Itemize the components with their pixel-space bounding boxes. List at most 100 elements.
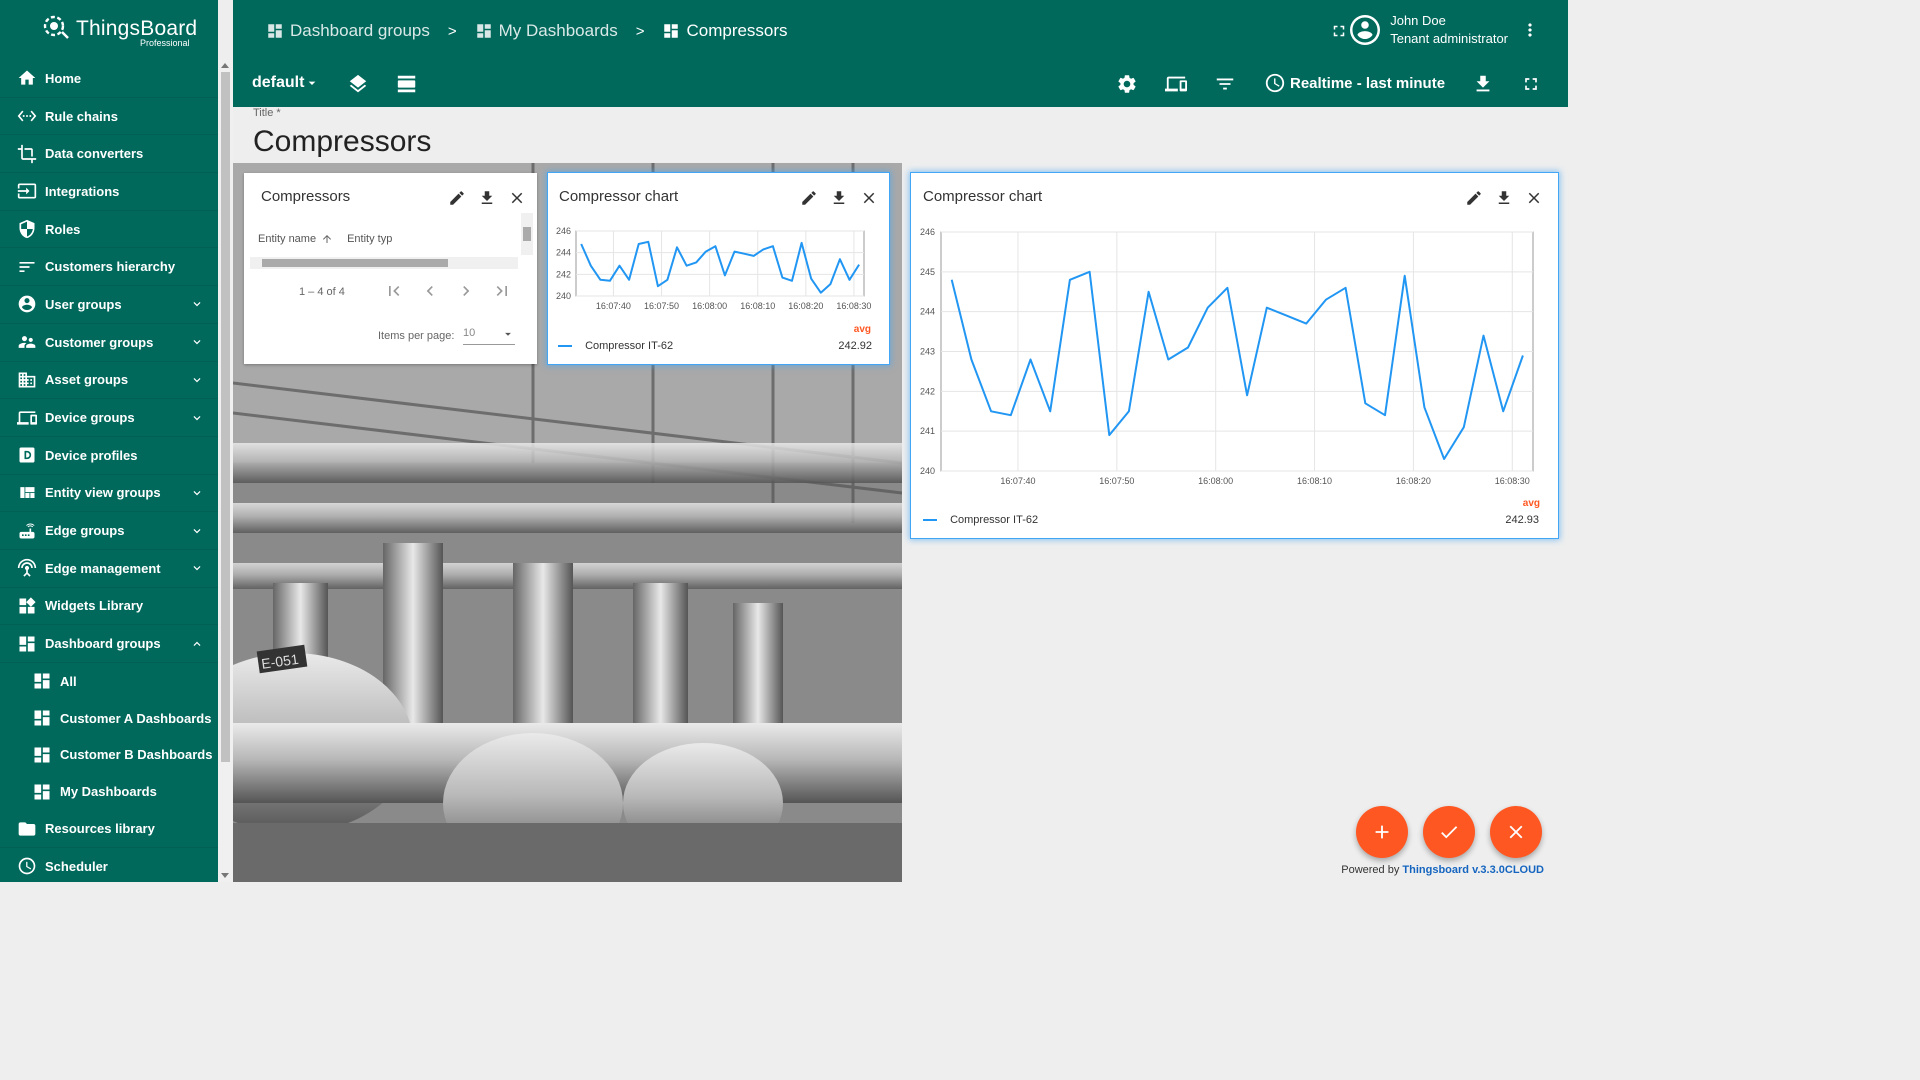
devices-button[interactable] [1161, 69, 1191, 99]
sidebar-item-data-converters[interactable]: Data converters [0, 135, 218, 174]
sidebar-item-customer-a-dashboards[interactable]: Customer A Dashboards [0, 700, 218, 737]
close-icon[interactable] [859, 188, 879, 208]
sidebar-item-customer-groups[interactable]: Customer groups [0, 324, 218, 362]
legend-series-name[interactable]: Compressor IT-62 [585, 340, 673, 352]
rule-chains-icon [16, 105, 38, 127]
breadcrumb-label: My Dashboards [498, 21, 618, 40]
download-icon[interactable] [477, 188, 497, 208]
version-link[interactable]: Thingsboard v.3.3.0CLOUD [1402, 864, 1544, 876]
filter-button[interactable] [1210, 69, 1240, 99]
layouts-button[interactable] [392, 69, 422, 99]
chevron-down-icon[interactable] [190, 297, 204, 311]
chevron-down-icon[interactable] [190, 524, 204, 538]
column-header-entity-name[interactable]: Entity name [258, 233, 316, 245]
sidebar-scrollbar[interactable] [218, 60, 233, 882]
sidebar-item-roles[interactable]: Roles [0, 211, 218, 249]
chevron-right-icon[interactable] [456, 281, 476, 301]
horizontal-scrollbar[interactable] [250, 257, 518, 269]
account-circle-icon [1350, 15, 1381, 45]
timewindow-button[interactable]: Realtime - last minute [1264, 72, 1445, 94]
fullscreen-button[interactable] [1516, 69, 1546, 99]
title-field[interactable]: Title * Compressors [233, 107, 1568, 163]
sidebar-item-widgets-library[interactable]: Widgets Library [0, 588, 218, 626]
chevron-down-icon[interactable] [190, 373, 204, 387]
dashboard-icon [476, 24, 491, 38]
scroll-thumb[interactable] [221, 72, 230, 762]
sidebar-item-all[interactable]: All [0, 663, 218, 700]
paging-controls [384, 281, 512, 301]
sidebar-item-rule-chains[interactable]: Rule chains [0, 98, 218, 136]
y-tick-label: 243 [920, 347, 935, 357]
powered-by-prefix: Powered by [1341, 864, 1403, 876]
sidebar-item-edge-management[interactable]: Edge management [0, 550, 218, 588]
apply-changes-button[interactable] [1423, 806, 1475, 858]
logo[interactable]: ThingsBoard Professional [0, 0, 218, 60]
chevron-down-icon[interactable] [190, 561, 204, 575]
y-tick-label: 242 [920, 386, 935, 396]
sidebar-item-home[interactable]: Home [0, 60, 218, 98]
fullscreen-icon[interactable] [1330, 22, 1348, 40]
sidebar-item-edge-groups[interactable]: Edge groups [0, 512, 218, 550]
sidebar-item-scheduler[interactable]: Scheduler [0, 848, 218, 882]
sidebar-item-user-groups[interactable]: User groups [0, 286, 218, 324]
download-icon [1476, 75, 1490, 92]
chevron-up-icon[interactable] [190, 637, 204, 651]
column-header-entity-type[interactable]: Entity typ [347, 233, 392, 245]
sidebar-item-dashboard-groups[interactable]: Dashboard groups [0, 625, 218, 663]
download-icon[interactable] [1494, 188, 1514, 208]
chevron-down-icon[interactable] [190, 411, 204, 425]
sidebar-item-my-dashboards[interactable]: My Dashboards [0, 773, 218, 810]
breadcrumb-my-dashboards[interactable]: My Dashboards [475, 21, 618, 41]
y-tick-label: 240 [920, 466, 935, 476]
edit-icon[interactable] [799, 188, 819, 208]
decline-changes-button[interactable] [1490, 806, 1542, 858]
add-widget-button[interactable] [1356, 806, 1408, 858]
sidebar-item-resources-library[interactable]: Resources library [0, 810, 218, 848]
state-select[interactable]: default [252, 74, 320, 92]
arrow-drop-down-icon [309, 81, 316, 85]
layers-button[interactable] [343, 69, 373, 99]
close-icon[interactable] [507, 188, 527, 208]
sidebar-item-customers-hierarchy[interactable]: Customers hierarchy [0, 248, 218, 287]
chevron-down-icon[interactable] [190, 486, 204, 500]
legend-series-name[interactable]: Compressor IT-62 [950, 514, 1038, 526]
scroll-down-arrow[interactable] [221, 873, 229, 878]
title-field-label: Title * [253, 107, 281, 119]
last-page-icon[interactable] [492, 281, 512, 301]
x-tick-label: 16:08:30 [836, 301, 871, 311]
export-button[interactable] [1468, 69, 1498, 99]
scroll-up-arrow[interactable] [221, 63, 229, 68]
sidebar-item-asset-groups[interactable]: Asset groups [0, 362, 218, 400]
entities-table-widget[interactable]: Compressors Entity name Entity typ 1 – 4… [244, 173, 537, 364]
sidebar-item-device-profiles[interactable]: Device profiles [0, 437, 218, 475]
folder-icon [16, 818, 38, 840]
first-page-icon[interactable] [384, 281, 404, 301]
sidebar-item-device-groups[interactable]: Device groups [0, 399, 218, 437]
vertical-scrollbar[interactable] [521, 213, 533, 255]
chevron-down-icon[interactable] [190, 335, 204, 349]
close-icon[interactable] [1524, 188, 1544, 208]
legend-value: 242.92 [838, 340, 872, 352]
top-header: Dashboard groups > My Dashboards > Compr… [233, 0, 1568, 62]
large-chart-widget[interactable]: Compressor chart 16:07:40 16:07:50 16:08:0… [911, 173, 1558, 538]
user-menu[interactable]: John Doe Tenant administrator [1350, 12, 1540, 48]
download-icon[interactable] [829, 188, 849, 208]
app-edition: Professional [140, 38, 190, 48]
chevron-left-icon[interactable] [420, 281, 440, 301]
y-tick-label: 244 [556, 248, 571, 258]
sidebar-item-customer-b-dashboards[interactable]: Customer B Dashboards [0, 737, 218, 774]
timewindow-label: Realtime - last minute [1290, 74, 1446, 92]
settings-button[interactable] [1112, 69, 1142, 99]
breadcrumb-dashboard-groups[interactable]: Dashboard groups [266, 21, 430, 41]
sidebar-item-integrations[interactable]: Integrations [0, 173, 218, 211]
more-vert-icon[interactable] [1520, 20, 1540, 40]
sidebar-item-label: Scheduler [45, 858, 108, 874]
edit-icon[interactable] [1464, 188, 1484, 208]
sidebar-item-label: Widgets Library [45, 598, 144, 614]
sidebar-item-entity-view-groups[interactable]: Entity view groups [0, 475, 218, 513]
small-chart-widget[interactable]: Compressor chart 16:07:40 16:07:50 16:08:0… [548, 173, 889, 364]
close-icon [1509, 825, 1523, 839]
edit-icon[interactable] [447, 188, 467, 208]
items-per-page-select[interactable]: 10 [463, 327, 515, 345]
title-field-value[interactable]: Compressors [253, 125, 431, 159]
